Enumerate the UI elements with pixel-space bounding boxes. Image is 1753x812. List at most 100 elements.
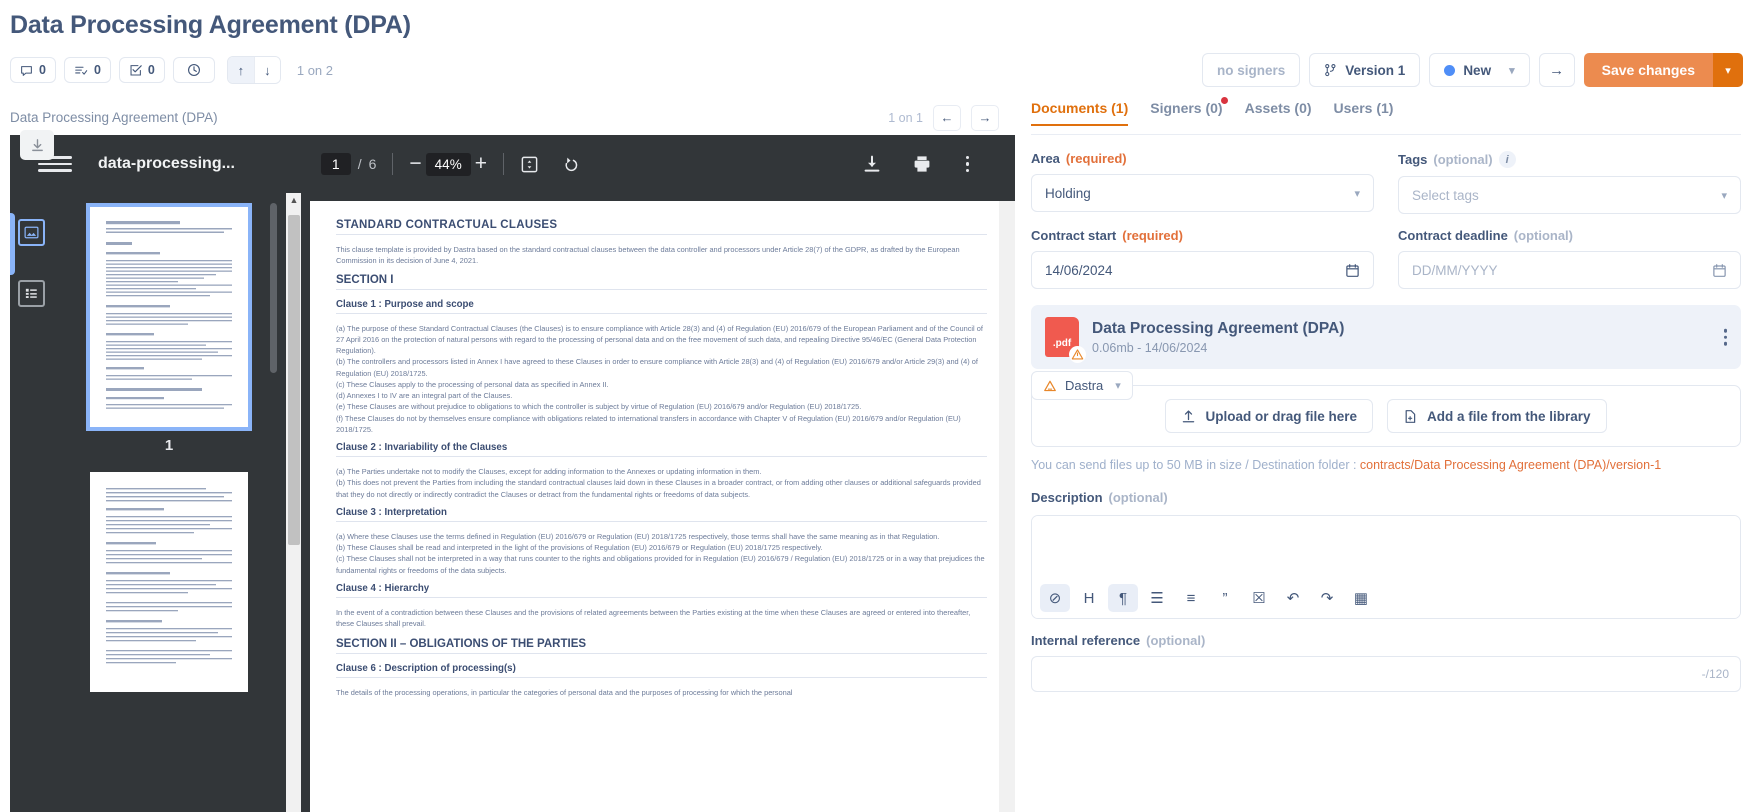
upload-file-button[interactable]: Upload or drag file here — [1165, 399, 1373, 433]
undo-icon[interactable]: ↶ — [1278, 584, 1308, 612]
warning-triangle-icon — [1071, 349, 1084, 360]
bullet-list-icon[interactable]: ☰ — [1142, 584, 1172, 612]
image-icon[interactable]: ☒ — [1244, 584, 1274, 612]
internal-reference-input[interactable]: -/120 — [1031, 656, 1741, 692]
checklist-count-button[interactable]: 0 — [118, 57, 165, 83]
destination-folder-path: contracts/Data Processing Agreement (DPA… — [1359, 458, 1662, 472]
document-viewer-pane: Data Processing Agreement (DPA) 1 on 1 ←… — [0, 100, 1015, 812]
signers-button[interactable]: no signers — [1202, 53, 1301, 87]
status-dropdown[interactable]: New ▾ — [1429, 53, 1530, 87]
upload-icon — [1183, 409, 1195, 422]
document-form: Area (required) Holding ▾ Tags (optional… — [1031, 135, 1741, 692]
print-button[interactable] — [912, 154, 932, 174]
fit-page-icon — [521, 156, 538, 172]
scrollbar-thumb[interactable] — [288, 215, 300, 545]
attached-file-card[interactable]: .pdf Data Processing Agreement (DPA) 0.0… — [1031, 305, 1741, 369]
doc-clause-title: Clause 4 : Hierarchy — [336, 582, 430, 594]
doc-clause-title: Clause 3 : Interpretation — [336, 506, 447, 518]
tasks-count-button[interactable]: 0 — [63, 57, 111, 83]
thumbnail-scrollbar[interactable] — [270, 203, 277, 373]
zoom-out-button[interactable]: − — [409, 152, 421, 176]
download-button[interactable] — [862, 154, 882, 174]
heading-icon[interactable]: H — [1074, 584, 1104, 612]
zoom-level[interactable]: 44% — [425, 152, 471, 176]
record-counter: 1 on 2 — [296, 62, 334, 78]
scroll-up-arrow-icon[interactable]: ▲ — [286, 195, 302, 205]
description-label-text: Description — [1031, 490, 1103, 505]
dropzone-source-selector[interactable]: Dastra ▾ — [1031, 371, 1133, 400]
doc-title: STANDARD CONTRACTUAL CLAUSES — [336, 219, 558, 231]
comments-count-button[interactable]: 0 — [10, 57, 56, 83]
tags-requirement: (optional) — [1433, 152, 1493, 167]
tab-users[interactable]: Users (1) — [1334, 100, 1394, 125]
save-options-caret-icon[interactable]: ▾ — [1713, 53, 1743, 87]
tasks-count: 0 — [93, 63, 101, 77]
pdf-page-input[interactable]: 1 — [320, 153, 351, 175]
paragraph-icon[interactable]: ¶ — [1108, 584, 1138, 612]
pdf-toolbar-right — [862, 152, 974, 177]
save-changes-button[interactable]: Save changes — [1583, 53, 1713, 87]
doc-clause-body: (a) Where these Clauses use the terms de… — [336, 531, 985, 575]
next-record-button[interactable]: ↓ — [253, 57, 280, 83]
tab-signers[interactable]: Signers (0) — [1150, 97, 1228, 125]
contract-start-label-text: Contract start — [1031, 228, 1117, 243]
doc-clause-body: In the event of a contradiction between … — [336, 607, 971, 628]
thumbnail-page-1[interactable] — [86, 203, 252, 431]
comment-icon — [21, 65, 32, 76]
contract-deadline-group: Contract deadline (optional) DD/MM/YYYY — [1398, 228, 1741, 289]
go-next-button[interactable]: → — [1538, 53, 1575, 87]
tags-select[interactable]: Select tags ▾ — [1398, 176, 1741, 214]
outline-view-button[interactable] — [18, 280, 45, 307]
table-icon[interactable]: ▦ — [1346, 584, 1376, 612]
file-card-more-button[interactable] — [1723, 328, 1727, 346]
calendar-icon[interactable] — [1345, 263, 1360, 278]
contract-start-input[interactable]: 14/06/2024 — [1031, 251, 1374, 289]
thumbnails-view-button[interactable] — [18, 219, 45, 246]
status-label: New — [1463, 62, 1492, 78]
doc-clause-title: Clause 1 : Purpose and scope — [336, 298, 474, 310]
calendar-icon[interactable] — [1712, 263, 1727, 278]
doc-clause-body: (a) The purpose of these Standard Contra… — [336, 323, 983, 434]
numbered-list-icon[interactable]: ≡ — [1176, 584, 1206, 612]
previous-record-button[interactable]: ↑ — [227, 57, 254, 83]
signers-label: no signers — [1217, 62, 1286, 78]
redo-icon[interactable]: ↷ — [1312, 584, 1342, 612]
tags-label: Tags (optional) i — [1398, 151, 1741, 168]
history-button[interactable] — [172, 57, 215, 83]
more-options-button[interactable] — [962, 152, 974, 177]
info-icon[interactable]: i — [1498, 151, 1516, 168]
file-dropzone[interactable]: Dastra ▾ Upload or drag file here Add a … — [1031, 371, 1741, 447]
zoom-in-button[interactable]: + — [475, 152, 487, 176]
rail-active-indicator — [10, 213, 15, 275]
description-textarea[interactable] — [1032, 516, 1740, 578]
thumbnail-page-2[interactable] — [90, 472, 248, 692]
fit-page-button[interactable] — [520, 155, 539, 174]
upload-file-label: Upload or drag file here — [1205, 408, 1357, 424]
header-stats-row: 0 0 0 ↑ ↓ 1 on 2 — [10, 56, 333, 84]
quote-icon[interactable]: ” — [1210, 584, 1240, 612]
clause-rule — [336, 456, 987, 457]
clause-rule — [336, 312, 987, 314]
pdf-vertical-scrollbar[interactable]: ▲ — [285, 193, 301, 812]
tab-assets[interactable]: Assets (0) — [1245, 100, 1312, 125]
version-button[interactable]: Version 1 — [1309, 53, 1421, 87]
add-from-library-button[interactable]: Add a file from the library — [1387, 399, 1607, 433]
rotate-button[interactable] — [561, 154, 581, 174]
viewer-next-button[interactable]: → — [971, 104, 999, 131]
tab-documents[interactable]: Documents (1) — [1031, 100, 1129, 126]
viewer-prev-button[interactable]: ← — [933, 104, 961, 131]
header-actions: no signers Version 1 New ▾ → Save change… — [1202, 53, 1743, 87]
contract-start-requirement: (required) — [1122, 228, 1183, 243]
toolbar-divider-1 — [392, 153, 394, 175]
link-icon[interactable]: ⊘ — [1040, 584, 1070, 612]
area-value: Holding — [1045, 185, 1091, 201]
area-select[interactable]: Holding ▾ — [1031, 174, 1374, 212]
contract-deadline-input[interactable]: DD/MM/YYYY — [1398, 251, 1741, 289]
page-header: Data Processing Agreement (DPA) 0 0 0 ↑ … — [0, 0, 1753, 100]
internal-reference-group: Internal reference (optional) -/120 — [1031, 633, 1741, 692]
page-title: Data Processing Agreement (DPA) — [10, 11, 411, 39]
contract-deadline-label: Contract deadline (optional) — [1398, 228, 1741, 243]
save-file-badge-button[interactable] — [20, 130, 54, 160]
area-label: Area (required) — [1031, 151, 1374, 166]
version-label: Version 1 — [1345, 62, 1406, 78]
